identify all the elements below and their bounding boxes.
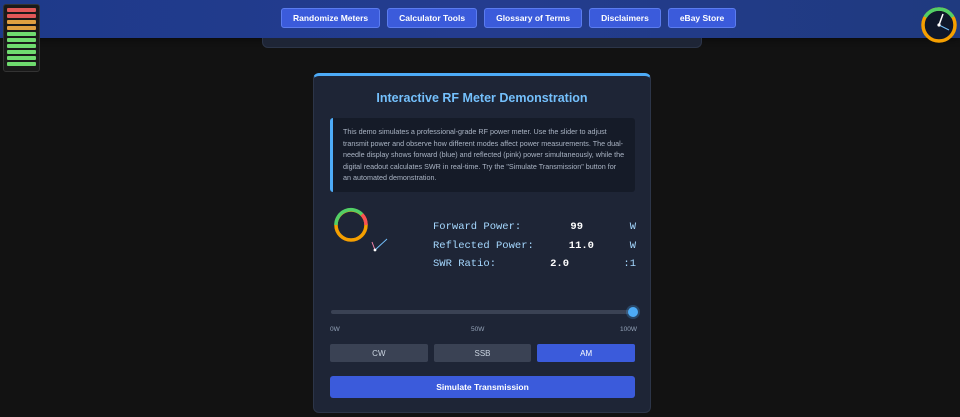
- led-segment: [7, 56, 36, 60]
- tick-min-label: 0W: [330, 326, 340, 333]
- forward-power-label: Forward Power:: [433, 221, 522, 233]
- glossary-button[interactable]: Glossary of Terms: [484, 8, 583, 28]
- led-segment: [7, 44, 36, 48]
- nav-button-group: Randomize Meters Calculator Tools Glossa…: [281, 8, 737, 28]
- swr-ratio-label: SWR Ratio:: [433, 258, 497, 270]
- led-segment: [7, 20, 36, 24]
- panel-title: Interactive RF Meter Demonstration: [376, 91, 588, 105]
- rf-meter-gauge-icon: [334, 207, 388, 252]
- power-slider[interactable]: [331, 307, 638, 317]
- mode-am-button[interactable]: AM: [537, 344, 636, 362]
- corner-gauge-icon: [921, 7, 957, 43]
- calculator-tools-button[interactable]: Calculator Tools: [387, 8, 478, 28]
- forward-power-row: Forward Power: 99 W: [433, 221, 638, 240]
- info-description: This demo simulates a professional-grade…: [330, 118, 635, 192]
- swr-ratio-row: SWR Ratio: 2.0 :1: [433, 258, 638, 277]
- forward-power-unit: W: [629, 221, 636, 233]
- swr-ratio-value: 2.0: [550, 258, 569, 270]
- led-segment: [7, 14, 36, 18]
- mode-ssb-button[interactable]: SSB: [433, 344, 532, 362]
- digital-readout: Forward Power: 99 W Reflected Power: 11.…: [433, 221, 638, 277]
- led-segment: [7, 32, 36, 36]
- mode-selector: CW SSB AM: [330, 344, 636, 362]
- reflected-power-value: 11.0: [568, 239, 594, 252]
- rf-demo-panel: Interactive RF Meter Demonstration This …: [313, 73, 651, 413]
- mode-cw-button[interactable]: CW: [330, 344, 428, 362]
- led-segment: [7, 8, 36, 12]
- tick-max-label: 100W: [620, 326, 637, 333]
- disclaimers-button[interactable]: Disclaimers: [589, 8, 661, 28]
- led-segment: [7, 26, 36, 30]
- top-nav: Randomize Meters Calculator Tools Glossa…: [0, 0, 960, 38]
- reflected-power-unit: W: [629, 239, 636, 252]
- power-slider-thumb[interactable]: [627, 307, 638, 317]
- led-segment: [7, 62, 36, 66]
- forward-needle: [374, 238, 388, 251]
- led-segment: [7, 38, 36, 42]
- slider-tick-labels: 0W 50W 100W: [330, 326, 637, 336]
- tick-mid-label: 50W: [471, 326, 485, 333]
- reflected-power-row: Reflected Power: 11.0 W: [433, 240, 638, 259]
- led-segment: [7, 50, 36, 54]
- reflected-power-label: Reflected Power:: [433, 239, 534, 252]
- simulate-transmission-button[interactable]: Simulate Transmission: [330, 376, 635, 398]
- randomize-meters-button[interactable]: Randomize Meters: [281, 8, 381, 28]
- forward-power-value: 99: [570, 221, 583, 233]
- swr-ratio-unit: :1: [623, 258, 636, 270]
- ebay-store-button[interactable]: eBay Store: [667, 8, 737, 28]
- led-level-meter: [3, 4, 40, 72]
- previous-panel-edge: [262, 38, 702, 48]
